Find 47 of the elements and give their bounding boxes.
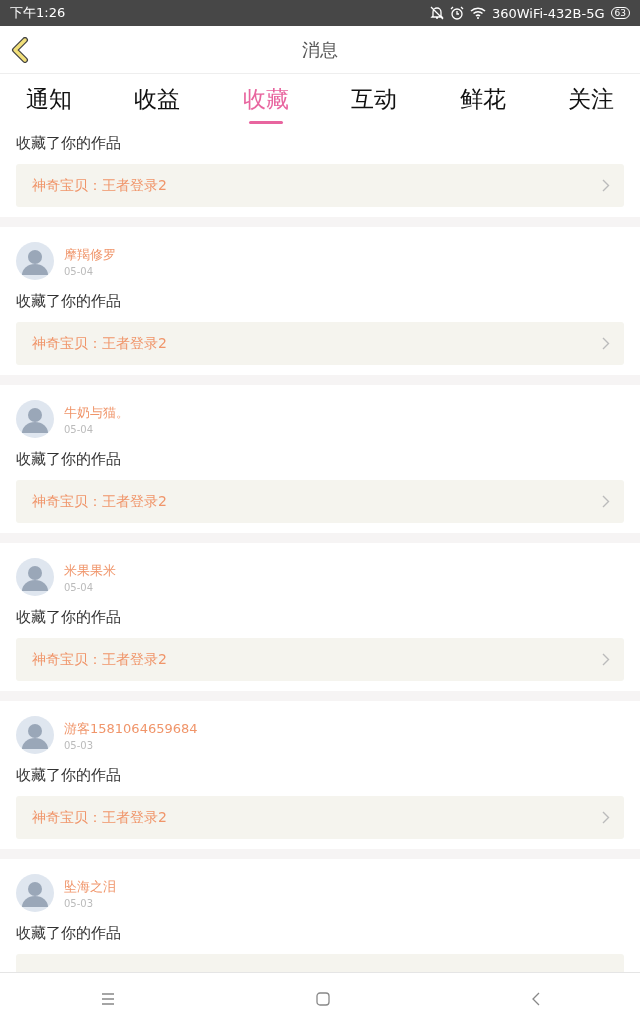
message-text: 收藏了你的作品 <box>16 133 122 153</box>
chevron-right-icon <box>602 179 610 192</box>
bell-off-icon <box>429 6 444 20</box>
alarm-clock-icon <box>449 6 464 20</box>
status-time: 下午1:26 <box>10 4 66 22</box>
message-text: 收藏了你的作品 <box>16 291 122 311</box>
message-date: 05-03 <box>64 897 95 909</box>
avatar-icon <box>16 716 54 754</box>
wifi-icon <box>469 7 486 19</box>
avatar-icon <box>16 874 54 912</box>
avatar-icon <box>16 242 54 280</box>
message-date: 05-04 <box>64 423 95 435</box>
tab[interactable]: 收藏 <box>242 74 289 130</box>
back-icon[interactable] <box>10 37 30 63</box>
avatar-icon <box>16 400 54 438</box>
message-text: 收藏了你的作品 <box>16 607 122 627</box>
user-name[interactable]: 游客1581064659684 <box>64 719 198 738</box>
avatar-icon <box>16 558 54 596</box>
menu-icon[interactable] <box>100 992 115 1005</box>
user-name[interactable]: 米果果米 <box>64 561 116 580</box>
user-name[interactable]: 摩羯修罗 <box>64 245 116 264</box>
chevron-right-icon <box>602 811 610 824</box>
message-text: 收藏了你的作品 <box>16 765 122 785</box>
work-link[interactable]: 神奇宝贝：王者登录2 <box>16 796 624 839</box>
chevron-right-icon <box>602 495 610 508</box>
message-date: 05-03 <box>64 739 95 751</box>
tab[interactable]: 通知 <box>26 74 72 130</box>
home-icon[interactable] <box>315 991 330 1006</box>
page-title: 消息 <box>302 37 338 62</box>
message-date: 05-04 <box>64 581 95 593</box>
work-link[interactable]: 神奇宝贝：王者登录2 <box>16 322 624 365</box>
message-text: 收藏了你的作品 <box>16 449 122 469</box>
tab[interactable]: 互动 <box>351 74 398 130</box>
message-date: 05-04 <box>64 265 95 277</box>
chevron-right-icon <box>602 653 610 666</box>
work-link[interactable]: 神奇宝贝：王者登录2 <box>16 480 624 523</box>
back-icon[interactable] <box>530 991 540 1006</box>
network-name: 360WiFi-432B-5G <box>491 5 605 21</box>
tab[interactable]: 鲜花 <box>459 74 506 130</box>
work-link[interactable]: 神奇宝贝：王者登录2 <box>16 164 624 207</box>
tab[interactable]: 收益 <box>134 74 181 130</box>
message-text: 收藏了你的作品 <box>16 923 122 943</box>
work-link[interactable]: 神奇宝贝：王者登录2 <box>16 638 624 681</box>
chevron-right-icon <box>602 337 610 350</box>
user-name[interactable]: 牛奶与猫。 <box>64 403 129 422</box>
tab[interactable]: 关注 <box>567 74 614 130</box>
user-name[interactable]: 坠海之泪 <box>64 877 116 896</box>
